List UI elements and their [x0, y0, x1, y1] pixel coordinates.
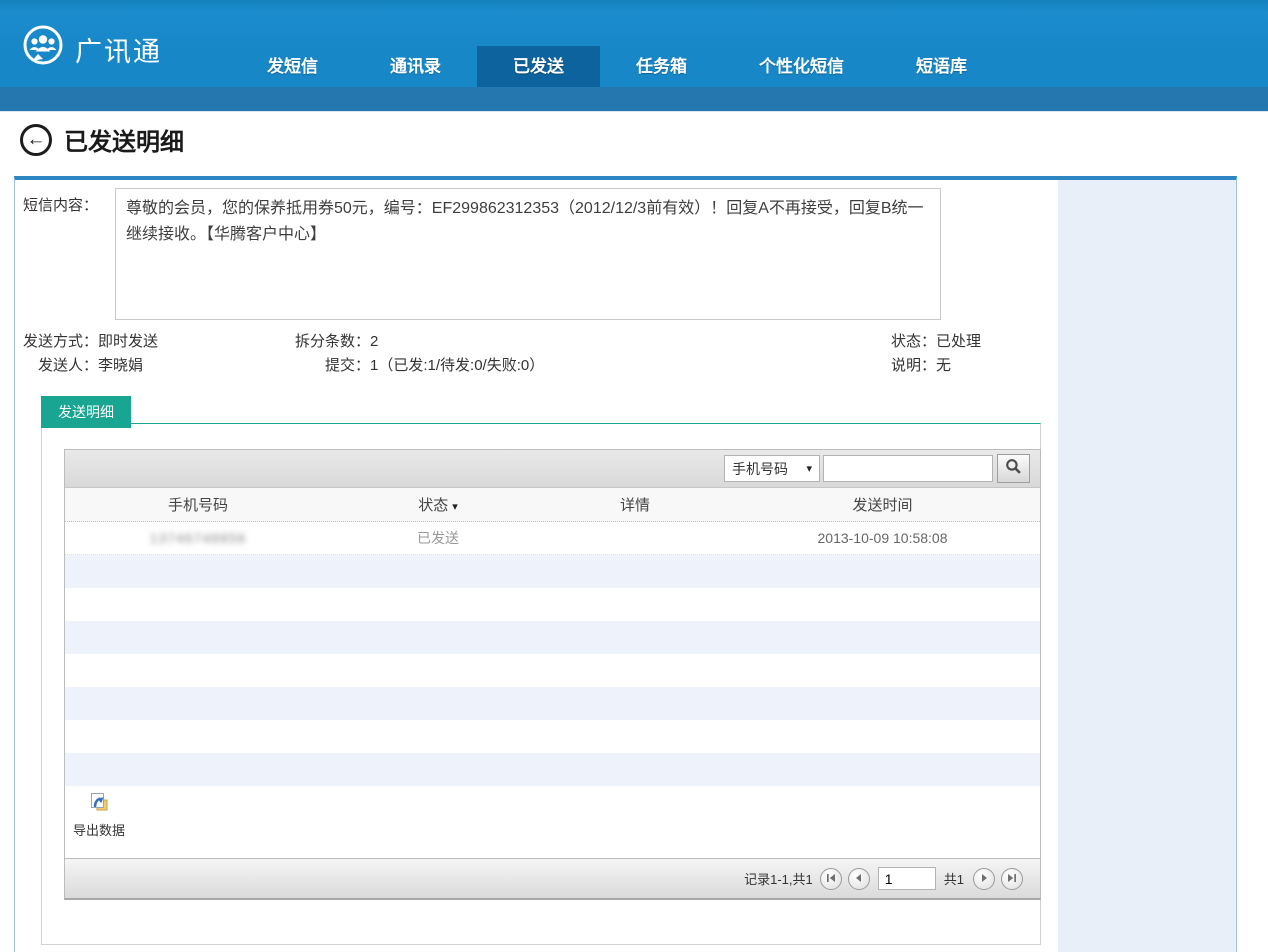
- table-row-empty: [65, 588, 1040, 621]
- sender-value: 李晓娟: [98, 357, 143, 374]
- last-page-button[interactable]: [1001, 868, 1023, 890]
- search-button[interactable]: [997, 454, 1030, 483]
- people-bubble-logo-icon: [20, 24, 66, 75]
- tab-sent[interactable]: 已发送: [477, 46, 600, 87]
- grid-footer-area: 导出数据: [65, 786, 1040, 858]
- arrow-left-icon: ←: [27, 130, 46, 149]
- main-panel: 短信内容： 尊敬的会员，您的保养抵用券50元，编号：EF299862312353…: [14, 176, 1237, 952]
- tab-contacts[interactable]: 通讯录: [354, 46, 477, 87]
- submit-value: 1（已发:1/待发:0/失败:0）: [370, 357, 544, 374]
- pager-total: 共1: [944, 869, 964, 888]
- tab-send-sms[interactable]: 发短信: [231, 46, 354, 87]
- row-status: 已发送: [417, 530, 459, 546]
- phone-number-blurred: 13746748856: [150, 530, 247, 546]
- first-page-button[interactable]: [820, 868, 842, 890]
- search-icon: [1005, 458, 1022, 480]
- sms-content-label: 短信内容：: [23, 194, 98, 215]
- main-nav: 发短信 通讯录 已发送 任务箱 个性化短信 短语库: [231, 46, 1003, 87]
- status-field: 状态：已处理: [891, 330, 981, 351]
- page-title: 已发送明细: [64, 122, 184, 157]
- submit-field: 提交：1（已发:1/待发:0/失败:0）: [325, 354, 544, 375]
- search-field-selected: 手机号码: [732, 459, 788, 479]
- tab-phrase-library[interactable]: 短语库: [880, 46, 1003, 87]
- next-page-icon: [979, 871, 989, 886]
- send-mode-value: 即时发送: [98, 333, 158, 350]
- app-name: 广讯通: [75, 30, 162, 69]
- caret-down-icon: ▾: [452, 501, 458, 513]
- export-label: 导出数据: [67, 820, 131, 839]
- app-logo: 广讯通: [20, 24, 162, 75]
- table-row-empty: [65, 753, 1040, 786]
- send-detail-tabpanel: 手机号码 ▾ 手机号码: [41, 423, 1041, 945]
- column-header-time[interactable]: 发送时间: [725, 494, 1040, 515]
- sender-field: 发送人：李晓娟: [38, 354, 143, 375]
- column-header-status[interactable]: 状态▾: [331, 494, 545, 515]
- table-row-empty: [65, 687, 1040, 720]
- pagination-bar: 记录1-1,共1 共1: [65, 858, 1040, 898]
- first-page-icon: [826, 871, 836, 886]
- header-subbar: [0, 87, 1268, 112]
- chevron-down-icon: ▾: [806, 462, 812, 475]
- row-send-time: 2013-10-09 10:58:08: [818, 530, 948, 546]
- search-field-select[interactable]: 手机号码 ▾: [724, 455, 820, 482]
- tab-personalized-sms[interactable]: 个性化短信: [723, 46, 880, 87]
- search-input[interactable]: [823, 455, 993, 482]
- table-row-empty: [65, 720, 1040, 753]
- table-empty-rows: [65, 555, 1040, 786]
- send-mode-field: 发送方式：即时发送: [23, 330, 158, 351]
- page-title-row: ← 已发送明细: [20, 122, 184, 157]
- app-header: 广讯通 发短信 通讯录 已发送 任务箱 个性化短信 短语库: [0, 0, 1268, 87]
- prev-page-icon: [854, 871, 864, 886]
- table-row-empty: [65, 654, 1040, 687]
- export-data-button[interactable]: 导出数据: [67, 792, 131, 839]
- status-value: 已处理: [936, 333, 981, 350]
- prev-page-button[interactable]: [848, 868, 870, 890]
- note-field: 说明：无: [891, 354, 951, 375]
- tab-task-box[interactable]: 任务箱: [600, 46, 723, 87]
- send-detail-datagrid: 手机号码 ▾ 手机号码: [64, 449, 1041, 900]
- split-count-field: 拆分条数：2: [295, 330, 378, 351]
- tab-send-detail[interactable]: 发送明细: [41, 396, 131, 428]
- grid-search-toolbar: 手机号码 ▾: [65, 450, 1040, 488]
- pager-summary: 记录1-1,共1: [744, 869, 813, 888]
- page-number-input[interactable]: [878, 867, 936, 890]
- note-value: 无: [936, 357, 951, 374]
- split-count-value: 2: [370, 333, 378, 350]
- last-page-icon: [1007, 871, 1017, 886]
- column-header-phone[interactable]: 手机号码: [65, 494, 331, 515]
- table-row-empty: [65, 621, 1040, 654]
- table-row-empty: [65, 555, 1040, 588]
- app-screen: 广讯通 发短信 通讯录 已发送 任务箱 个性化短信 短语库 ← 已发送明细 短信…: [0, 0, 1268, 952]
- table-row[interactable]: 13746748856 已发送 2013-10-09 10:58:08: [65, 522, 1040, 555]
- sms-content-box[interactable]: 尊敬的会员，您的保养抵用券50元，编号：EF299862312353（2012/…: [115, 188, 941, 320]
- right-side-panel: [1058, 180, 1236, 952]
- next-page-button[interactable]: [973, 868, 995, 890]
- back-button[interactable]: ←: [20, 124, 52, 156]
- column-header-detail[interactable]: 详情: [545, 494, 725, 515]
- table-header-row: 手机号码 状态▾ 详情 发送时间: [65, 488, 1040, 522]
- export-icon: [67, 792, 131, 817]
